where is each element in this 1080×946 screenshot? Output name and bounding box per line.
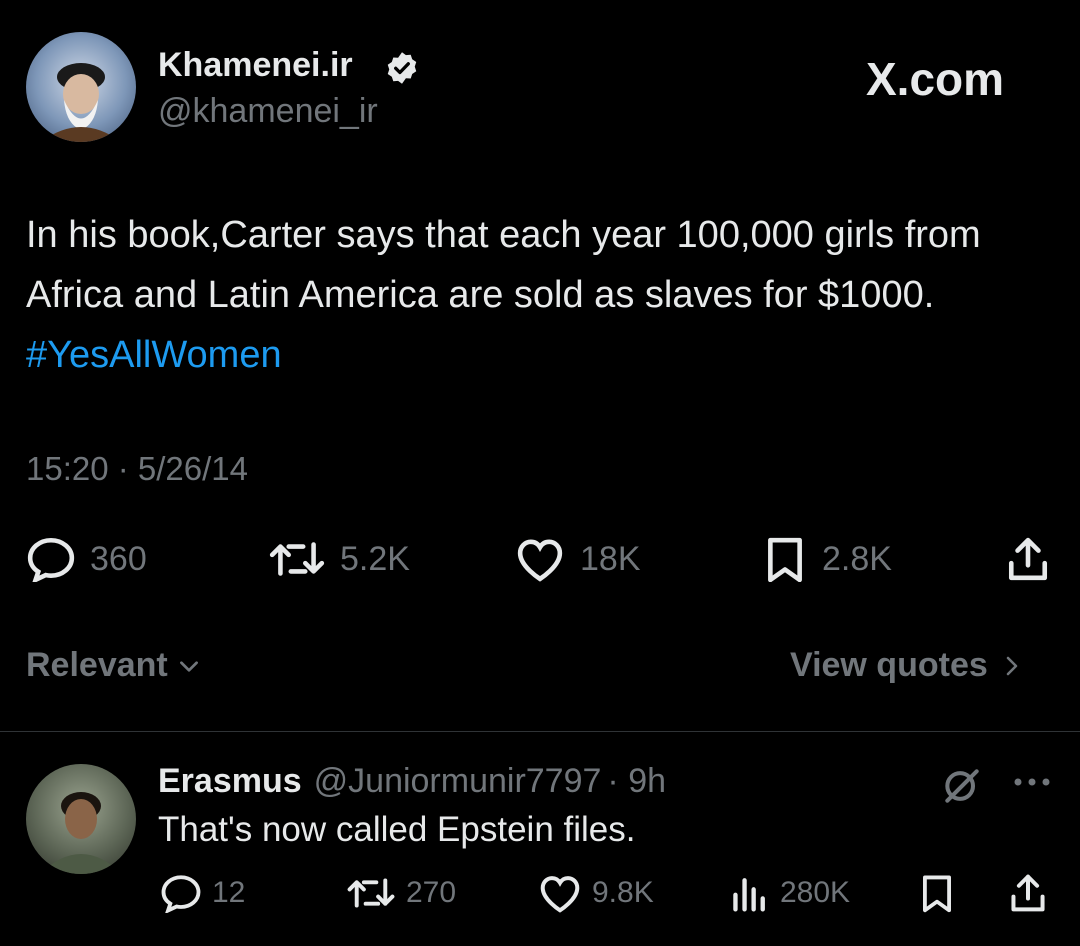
heart-icon [540, 876, 580, 913]
reply-reply-button[interactable]: 12 [160, 873, 245, 913]
sort-label: Relevant [26, 646, 168, 684]
verified-badge-icon [384, 50, 420, 91]
reply-icon [27, 537, 75, 582]
reply-author-avatar[interactable] [26, 764, 136, 874]
repost-icon [347, 878, 395, 908]
reply-time[interactable]: · 9h [607, 762, 666, 801]
repost-button[interactable]: 5.2K [268, 536, 410, 582]
like-count: 18K [580, 539, 641, 578]
reply-views-count: 280K [780, 876, 851, 909]
share-button[interactable] [1004, 536, 1052, 582]
like-button[interactable]: 18K [514, 536, 641, 582]
share-icon [1008, 537, 1048, 581]
reply-bookmark-button[interactable] [918, 873, 956, 913]
view-quotes-label: View quotes [790, 646, 988, 684]
brand-watermark: X.com [866, 53, 1005, 105]
chevron-right-icon [1006, 656, 1018, 675]
heart-icon [517, 539, 563, 582]
views-chart-icon [733, 878, 765, 912]
reply-views-button[interactable]: 280K [730, 873, 850, 913]
hashtag-link[interactable]: #YesAllWomen [26, 334, 282, 376]
avatar-portrait-icon [40, 792, 122, 874]
reply-like-count: 9.8K [592, 876, 654, 909]
tweet-text: In his book,Carter says that each year 1… [26, 205, 1056, 385]
repost-icon [269, 542, 325, 576]
bookmark-count: 2.8K [822, 539, 892, 578]
author-name[interactable]: Khamenei.ir [158, 46, 353, 85]
chevron-down-icon [179, 660, 198, 672]
bookmark-button[interactable]: 2.8K [762, 536, 892, 582]
reply-button[interactable]: 360 [26, 536, 147, 582]
reply-repost-button[interactable]: 270 [346, 873, 456, 913]
reply-share-button[interactable] [1008, 873, 1048, 913]
reply-icon [161, 875, 201, 913]
tweet-timestamp[interactable]: 15:20 · 5/26/14 [26, 450, 248, 488]
author-avatar[interactable] [26, 32, 136, 142]
reply-author-name[interactable]: Erasmus [158, 762, 302, 801]
reply-like-button[interactable]: 9.8K [538, 873, 654, 913]
reply-count: 360 [90, 539, 147, 578]
view-quotes-link[interactable]: View quotes [790, 646, 1024, 685]
more-options-icon[interactable] [1012, 774, 1052, 795]
reply-header: Erasmus @Juniormunir7797 · 9h [158, 762, 666, 801]
sort-replies-dropdown[interactable]: Relevant [26, 646, 202, 685]
reply-author-handle[interactable]: @Juniormunir7797 [314, 762, 602, 801]
bookmark-icon [923, 875, 951, 913]
tweet-body: In his book,Carter says that each year 1… [26, 214, 981, 316]
avatar-portrait-icon [41, 63, 121, 142]
reply-text: That's now called Epstein files. [158, 810, 636, 849]
reply-repost-count: 270 [406, 876, 457, 909]
divider [0, 731, 1080, 732]
share-icon [1011, 874, 1045, 912]
repost-count: 5.2K [340, 539, 410, 578]
reply-reply-count: 12 [212, 876, 246, 909]
grok-icon[interactable] [940, 764, 984, 813]
author-handle[interactable]: @khamenei_ir [158, 92, 378, 131]
bookmark-icon [768, 537, 802, 582]
